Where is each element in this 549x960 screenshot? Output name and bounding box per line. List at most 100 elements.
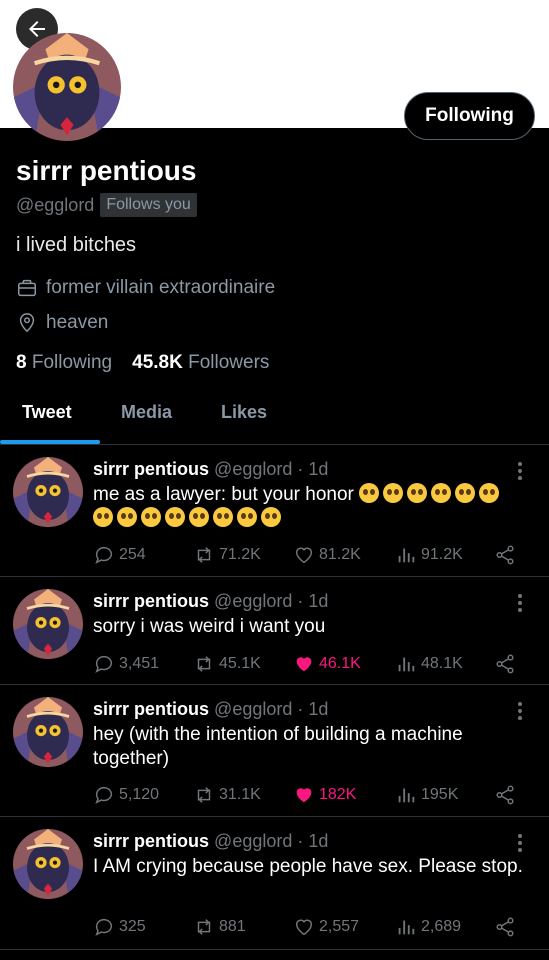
following-label: Following: [31, 352, 113, 373]
more-icon: [518, 594, 522, 612]
tweet-time: · 1d: [297, 459, 329, 479]
like-button[interactable]: 182K: [293, 784, 356, 806]
profile-location-text: heaven: [46, 312, 109, 333]
tweet-more-button[interactable]: [512, 701, 528, 721]
pleading-face-emoji: [189, 507, 209, 527]
reply-button[interactable]: 5,120: [93, 784, 159, 806]
retweet-icon: [197, 656, 211, 672]
share-button[interactable]: [494, 544, 516, 566]
pleading-face-emoji: [237, 507, 257, 527]
following-stat[interactable]: 8 Following: [16, 352, 112, 374]
tab-media[interactable]: Media: [121, 402, 172, 423]
tweet-text-content: me as a lawyer: but your honor: [93, 484, 354, 505]
retweet-count: 881: [219, 918, 246, 935]
reply-icon: [95, 786, 112, 804]
tweet-author-handle[interactable]: @egglord: [214, 699, 292, 719]
tweet-actions: 325 881 2,557 2,689: [93, 916, 533, 940]
views-icon: [398, 548, 415, 563]
profile-job: former villain extraordinaire: [16, 277, 275, 299]
tweet-more-button[interactable]: [512, 833, 528, 853]
tweet-avatar[interactable]: [13, 457, 83, 527]
share-button[interactable]: [494, 784, 516, 806]
views-count: 2,689: [421, 918, 462, 935]
tweet-avatar[interactable]: [13, 829, 83, 899]
share-icon: [496, 917, 514, 937]
views-button[interactable]: 195K: [395, 784, 458, 806]
heart-icon: [296, 657, 312, 672]
profile-tabs: Tweet Media Likes: [0, 390, 549, 444]
tweet-item[interactable]: sirrr pentious @egglord · 1d sorry i was…: [0, 577, 549, 685]
reply-button[interactable]: 3,451: [93, 653, 159, 675]
pleading-face-emoji: [261, 507, 281, 527]
like-button[interactable]: 2,557: [293, 916, 359, 938]
views-button[interactable]: 48.1K: [395, 653, 463, 675]
views-count: 91.2K: [421, 546, 463, 563]
tweet-author-handle[interactable]: @egglord: [214, 591, 292, 611]
tweet-author-name[interactable]: sirrr pentious: [93, 459, 209, 479]
follows-you-badge: Follows you: [100, 193, 197, 217]
character-avatar-image: [13, 33, 121, 141]
like-button[interactable]: 81.2K: [293, 544, 361, 566]
tweet-item[interactable]: sirrr pentious @egglord · 1d me as a law…: [0, 445, 549, 577]
followers-label: Followers: [188, 352, 270, 373]
profile-bio: i lived bitches: [16, 234, 137, 256]
retweet-button[interactable]: 71.2K: [193, 544, 261, 566]
tweet-author-handle[interactable]: @egglord: [214, 831, 292, 851]
tweet-avatar[interactable]: [13, 589, 83, 659]
heart-icon: [296, 788, 312, 803]
like-button[interactable]: 46.1K: [293, 653, 361, 675]
more-icon: [518, 462, 522, 480]
tweet-author-handle[interactable]: @egglord: [214, 459, 292, 479]
tweet-author-name[interactable]: sirrr pentious: [93, 699, 209, 719]
tweet-avatar[interactable]: [13, 697, 83, 767]
more-icon: [518, 702, 522, 720]
reply-button[interactable]: 254: [93, 544, 146, 566]
profile-handle: @egglord: [16, 194, 95, 215]
like-count: 81.2K: [319, 546, 361, 563]
tweet-text: I AM crying because people have sex. Ple…: [93, 855, 523, 879]
share-icon: [496, 785, 514, 805]
location-pin-icon: [19, 313, 35, 333]
retweet-count: 31.1K: [219, 786, 261, 803]
tweet-more-button[interactable]: [512, 593, 528, 613]
pleading-face-emoji: [431, 483, 452, 503]
pleading-face-emoji: [455, 483, 476, 503]
following-button[interactable]: Following: [404, 92, 535, 140]
tweet-item[interactable]: sirrr pentious @egglord · 1d I AM crying…: [0, 817, 549, 950]
pleading-face-emoji: [479, 483, 500, 503]
tweet-author-name[interactable]: sirrr pentious: [93, 831, 209, 851]
tab-tweet[interactable]: Tweet: [22, 402, 72, 423]
tab-likes[interactable]: Likes: [221, 402, 267, 423]
views-button[interactable]: 91.2K: [395, 544, 463, 566]
pleading-face-emoji: [359, 483, 380, 503]
tweet-actions: 3,451 45.1K 46.1K 48.1K: [93, 653, 533, 677]
retweet-button[interactable]: 31.1K: [193, 784, 261, 806]
share-button[interactable]: [494, 653, 516, 675]
display-name: sirrr pentious: [16, 155, 197, 186]
views-count: 48.1K: [421, 655, 463, 672]
handle-row: @egglord Follows you: [16, 193, 197, 217]
tweet-text: hey (with the intention of building a ma…: [93, 723, 523, 771]
tweet-more-button[interactable]: [512, 461, 528, 481]
reply-icon: [95, 918, 112, 936]
reply-count: 254: [119, 546, 146, 563]
tweet-text: me as a lawyer: but your honor: [93, 483, 523, 531]
retweet-button[interactable]: 45.1K: [193, 653, 261, 675]
reply-count: 325: [119, 918, 146, 935]
tweet-author-name[interactable]: sirrr pentious: [93, 591, 209, 611]
views-button[interactable]: 2,689: [395, 916, 461, 938]
tweet-time: · 1d: [297, 699, 329, 719]
pleading-face-emoji: [165, 507, 185, 527]
share-button[interactable]: [494, 916, 516, 938]
retweet-count: 45.1K: [219, 655, 261, 672]
reply-button[interactable]: 325: [93, 916, 146, 938]
followers-stat[interactable]: 45.8K Followers: [132, 352, 269, 374]
profile-avatar[interactable]: [13, 33, 121, 141]
share-icon: [496, 654, 514, 674]
tweet-text: sorry i was weird i want you: [93, 615, 523, 639]
tweet-text-content: I AM crying because people have sex. Ple…: [93, 856, 523, 877]
retweet-icon: [197, 919, 211, 935]
tweet-item[interactable]: sirrr pentious @egglord · 1d hey (with t…: [0, 685, 549, 817]
tweet-header: sirrr pentious @egglord · 1d: [93, 459, 328, 480]
retweet-button[interactable]: 881: [193, 916, 246, 938]
